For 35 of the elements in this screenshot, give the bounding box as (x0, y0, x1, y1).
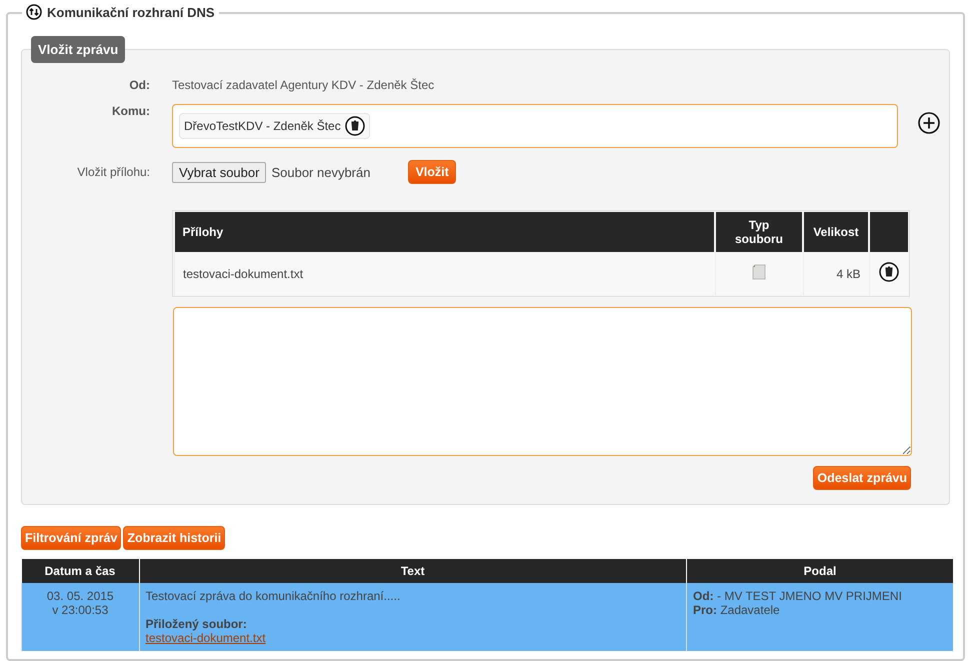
column-header: Datum a čas (22, 559, 139, 583)
file-link[interactable]: testovaci-dokument.txt (146, 631, 266, 645)
date-text: 03. 05. 2015 (46, 589, 115, 603)
arrows-circle-icon (26, 4, 42, 20)
action-button[interactable]: Zobrazit historii (123, 526, 226, 550)
trash-icon[interactable] (878, 262, 899, 282)
column-header: Podal (686, 559, 953, 583)
table-cell: testovaci-dokument.txt (174, 252, 715, 295)
to-label: Komu: (111, 104, 150, 118)
column-header: Přílohy (174, 212, 715, 252)
trash-icon[interactable] (344, 116, 365, 136)
choose-file-button[interactable]: Vybrat soubor (172, 162, 266, 182)
add-icon[interactable] (918, 112, 940, 134)
section-title: Komunikační rozhraní DNS (47, 4, 215, 20)
send-button[interactable]: Odeslat zprávu (813, 466, 911, 490)
recipient-field[interactable]: DřevoTestKDV - Zdeněk Štec (172, 104, 898, 148)
attachment-label: Vložit přílohu: (76, 165, 150, 179)
recipient-name: DřevoTestKDV - Zdeněk Štec (184, 119, 341, 133)
column-header: Typ souboru (715, 212, 803, 252)
attached-label: Přiložený soubor: (146, 617, 248, 631)
column-header: Text (139, 559, 686, 583)
table-cell: 4 kB (803, 252, 869, 295)
action-button[interactable]: Filtrování zpráv (21, 526, 122, 550)
time-text: v 23:00:53 (51, 603, 110, 617)
message-text: Testovací zpráva do komunikačního rozhraní..... (146, 589, 402, 603)
column-header: Velikost (803, 212, 869, 252)
from-value: Testovací zadavatel Agentury KDV - Zdeněk Štec (172, 78, 434, 92)
message-field[interactable] (173, 307, 912, 456)
from-label: Od: (128, 78, 150, 92)
insert-button[interactable]: Vložit (408, 160, 456, 184)
sender-text: Od: - MV TEST JMENO MV PRIJMENI (693, 589, 903, 603)
recipient-text: Pro: Zadavatele (693, 603, 781, 617)
document-icon (752, 264, 766, 280)
file-status: Soubor nevybrán (271, 164, 372, 180)
panel-tab[interactable]: Vložit zprávu (31, 36, 126, 63)
